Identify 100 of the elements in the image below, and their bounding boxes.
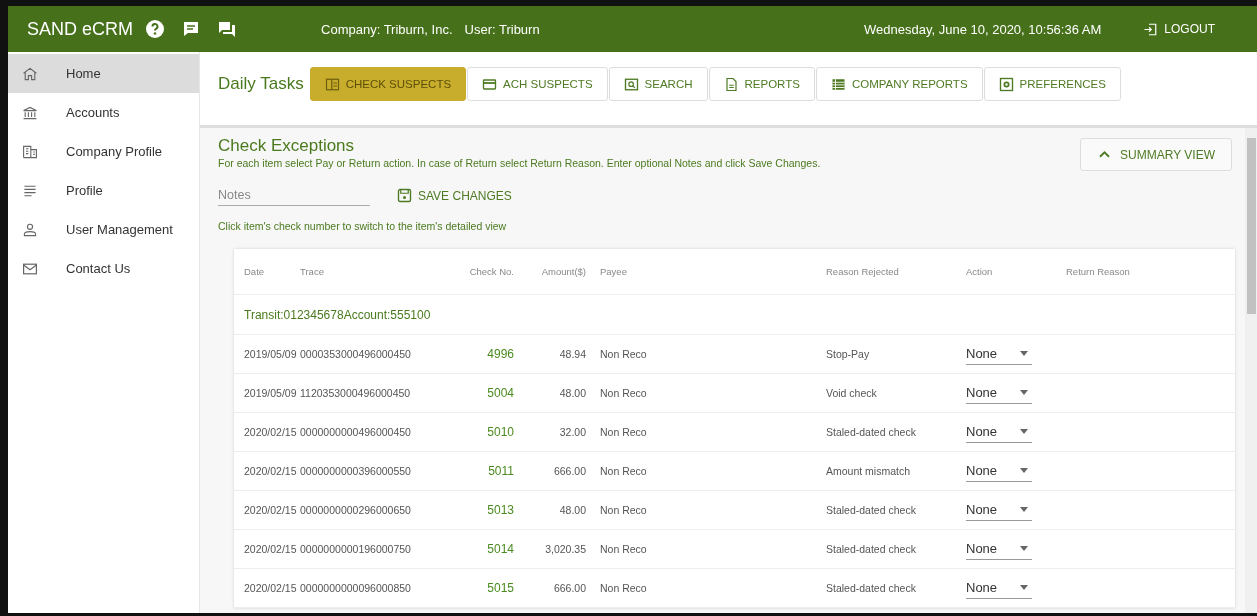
table-cell-text: 48.00: [558, 504, 586, 516]
sidebar-item[interactable]: User Management: [8, 210, 199, 249]
hint-text: Click item's check number to switch to the item's detailed view: [218, 220, 508, 232]
document-icon: [723, 76, 739, 92]
sidebar-item[interactable]: Home: [8, 54, 199, 93]
action-dropdown[interactable]: None: [966, 499, 1032, 521]
table-cell-text: 2019/05/09: [244, 387, 298, 399]
caret-icon: [1020, 584, 1028, 590]
column-header: Return Reason: [1066, 266, 1131, 277]
table-cell-text: 666.00: [552, 465, 586, 477]
table-cell-text: 0000000000096000850: [300, 582, 412, 594]
check-number-link[interactable]: 5014: [450, 542, 514, 556]
scrollbar[interactable]: [1245, 128, 1257, 613]
tab[interactable]: REPORTS: [708, 67, 815, 101]
table-cell-text: 666.00: [552, 582, 586, 594]
table-cell-text: 32.00: [558, 426, 586, 438]
table-cell-text: Non Reco: [599, 426, 648, 438]
list-icon: [830, 76, 846, 92]
table-cell-text: 2020/02/15: [244, 465, 298, 477]
table-cell-text: 0000000000496000450: [300, 426, 412, 438]
table-cell-text: Non Reco: [599, 543, 648, 555]
bank-icon: [22, 104, 38, 121]
sidebar-item[interactable]: Company Profile: [8, 132, 199, 171]
table-cell-text: 0000000000296000650: [300, 504, 412, 516]
table-cell-text: 0000353000496000450: [300, 348, 412, 360]
tab[interactable]: COMPANY REPORTS: [815, 67, 983, 101]
table-cell-text: 1120353000496000450: [300, 387, 412, 399]
tab[interactable]: CHECK SUSPECTS: [309, 67, 467, 101]
tab[interactable]: ACH SUSPECTS: [467, 67, 608, 101]
table-cell-text: 2020/02/15: [244, 543, 298, 555]
building-icon: [22, 143, 38, 160]
table-cell-text: 48.94: [558, 348, 586, 360]
company-label: Company: Triburn, Inc.: [321, 21, 453, 37]
table-cell-text: 48.00: [558, 387, 586, 399]
scrollbar-thumb[interactable]: [1247, 138, 1256, 314]
table-cell-text: 2020/02/15: [244, 504, 298, 516]
tab[interactable]: SEARCH: [608, 67, 708, 101]
logout-button[interactable]: LOGOUT: [1141, 19, 1217, 39]
app-title: SAND eCRM: [27, 18, 133, 40]
table-cell-text: Staled-dated check: [826, 543, 917, 555]
section-title: Check Exceptions: [218, 136, 356, 156]
table-cell-text: 2020/02/15: [244, 582, 298, 594]
home-icon: [22, 65, 38, 82]
action-dropdown[interactable]: None: [966, 538, 1032, 560]
table-cell-text: Non Reco: [599, 504, 648, 516]
caret-icon: [1020, 389, 1028, 395]
notes-field[interactable]: Notes: [218, 185, 370, 206]
table-cell-text: Staled-dated check: [826, 582, 917, 594]
tab[interactable]: PREFERENCES: [983, 67, 1121, 101]
table-cell-text: Staled-dated check: [826, 504, 917, 516]
check-number-link[interactable]: 5013: [450, 503, 514, 517]
table-cell-text: 0000000000196000750: [300, 543, 412, 555]
table-cell-text: Staled-dated check: [826, 426, 917, 438]
action-dropdown[interactable]: None: [966, 577, 1032, 599]
table-cell-text: Non Reco: [599, 465, 648, 477]
check-number-link[interactable]: 5015: [450, 581, 514, 595]
account-group-label: Transit:012345678Account:555100: [234, 295, 1235, 335]
summary-view-button[interactable]: SUMMARY VIEW: [1080, 138, 1232, 171]
save-changes-button[interactable]: SAVE CHANGES: [395, 186, 514, 205]
sidebar-item[interactable]: Profile: [8, 171, 199, 210]
column-header: Payee: [599, 266, 628, 277]
table-cell-text: Non Reco: [599, 348, 648, 360]
caret-icon: [1020, 506, 1028, 512]
caret-icon: [1020, 350, 1028, 356]
table-cell-text: Non Reco: [599, 387, 648, 399]
column-header: Reason Rejected: [826, 266, 900, 277]
caret-icon: [1020, 545, 1028, 551]
person-icon: [22, 221, 38, 238]
date-time: Wednesday, June 10, 2020, 10:56:36 AM: [864, 21, 1102, 37]
check-number-link[interactable]: 4996: [450, 347, 514, 361]
message-icon[interactable]: [181, 19, 201, 39]
check-number-link[interactable]: 5011: [450, 464, 514, 478]
column-header: Date: [244, 266, 266, 277]
toolbar-title: Daily Tasks: [218, 74, 304, 94]
caret-icon: [1020, 467, 1028, 473]
search-icon: [623, 76, 639, 92]
action-dropdown[interactable]: None: [966, 421, 1032, 443]
action-dropdown[interactable]: None: [966, 382, 1032, 404]
table-cell-text: 2020/02/15: [244, 426, 298, 438]
sidebar-item[interactable]: Accounts: [8, 93, 199, 132]
check-number-link[interactable]: 5004: [450, 386, 514, 400]
instructions-text: For each item select Pay or Return action. In case of Return select Return Reason. Enter optional Notes and click Save Changes.: [218, 157, 821, 169]
action-dropdown[interactable]: None: [966, 343, 1032, 365]
table-cell-text: 3,020.35: [544, 543, 586, 555]
save-icon: [397, 188, 412, 203]
caret-icon: [1020, 428, 1028, 434]
check-number-link[interactable]: 5010: [450, 425, 514, 439]
chat-icon[interactable]: [217, 19, 237, 39]
table-cell-text: 2019/05/09: [244, 348, 298, 360]
column-header: Amount($): [540, 266, 586, 277]
gear-icon: [998, 76, 1014, 92]
card-icon: [482, 76, 498, 92]
user-label: User: Triburn: [464, 21, 540, 37]
table-cell-text: Non Reco: [599, 582, 648, 594]
action-dropdown[interactable]: None: [966, 460, 1032, 482]
table-cell-text: Stop-Pay: [826, 348, 871, 360]
panel-icon: [324, 76, 340, 92]
sidebar-item[interactable]: Contact Us: [8, 249, 199, 288]
logout-icon: [1143, 21, 1159, 37]
help-icon[interactable]: [145, 19, 165, 39]
